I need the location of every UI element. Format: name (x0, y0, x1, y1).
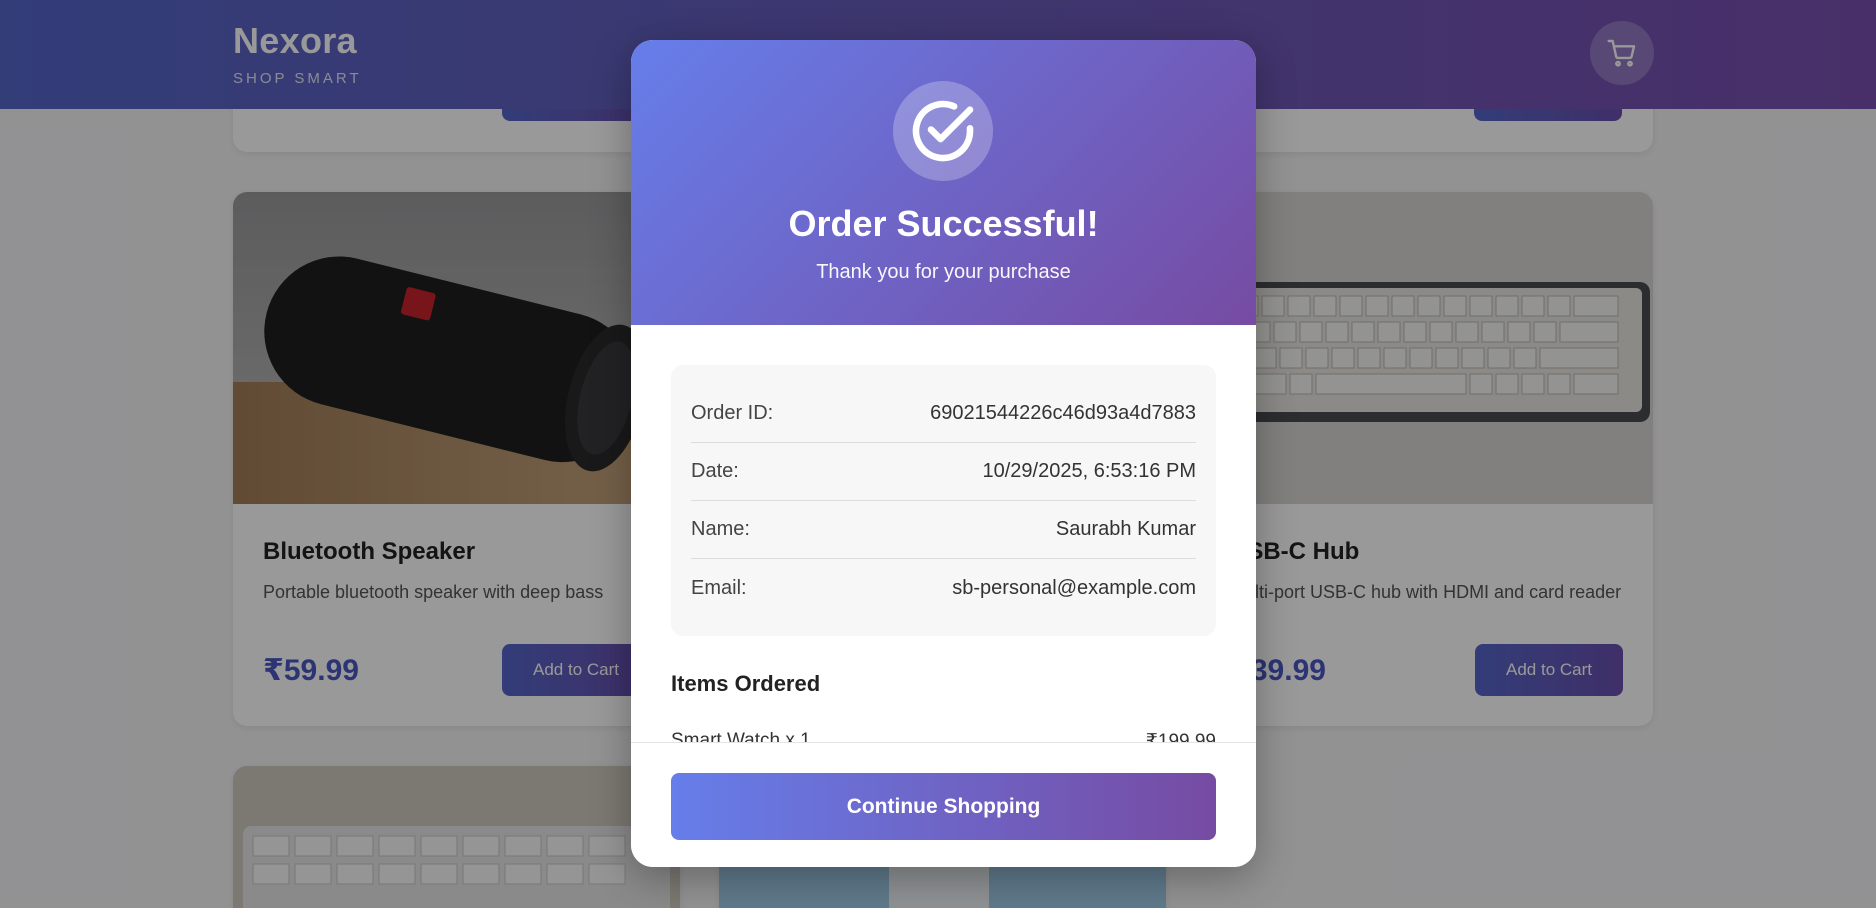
detail-label: Order ID: (691, 402, 774, 424)
detail-label: Name: (691, 518, 750, 540)
detail-label: Date: (691, 460, 739, 482)
order-id-value: 69021544226c46d93a4d7883 (930, 402, 1196, 424)
check-circle-icon (893, 81, 993, 181)
modal-header: Order Successful! Thank you for your pur… (631, 40, 1256, 325)
order-success-modal: Order Successful! Thank you for your pur… (631, 40, 1256, 867)
order-details: Order ID: 69021544226c46d93a4d7883 Date:… (671, 365, 1216, 636)
ordered-item: Smart Watch x 1 ₹199.99 (671, 730, 1216, 742)
modal-title: Order Successful! (788, 203, 1099, 244)
detail-label: Email: (691, 576, 747, 599)
email-row: Email: sb-personal@example.com (691, 559, 1196, 617)
continue-shopping-button[interactable]: Continue Shopping (671, 773, 1216, 840)
modal-footer: Continue Shopping (631, 742, 1256, 867)
ordered-item-name: Smart Watch x 1 (671, 730, 811, 742)
name-row: Name: Saurabh Kumar (691, 501, 1196, 559)
date-value: 10/29/2025, 6:53:16 PM (982, 460, 1197, 482)
name-value: Saurabh Kumar (1055, 518, 1196, 540)
email-value: sb-personal@example.com (952, 576, 1196, 599)
modal-subtitle: Thank you for your purchase (816, 261, 1071, 283)
date-row: Date: 10/29/2025, 6:53:16 PM (691, 443, 1196, 501)
order-id-row: Order ID: 69021544226c46d93a4d7883 (691, 385, 1196, 443)
ordered-item-price: ₹199.99 (1145, 731, 1216, 742)
modal-body[interactable]: Order ID: 69021544226c46d93a4d7883 Date:… (631, 325, 1256, 742)
items-ordered-heading: Items Ordered (671, 671, 821, 696)
